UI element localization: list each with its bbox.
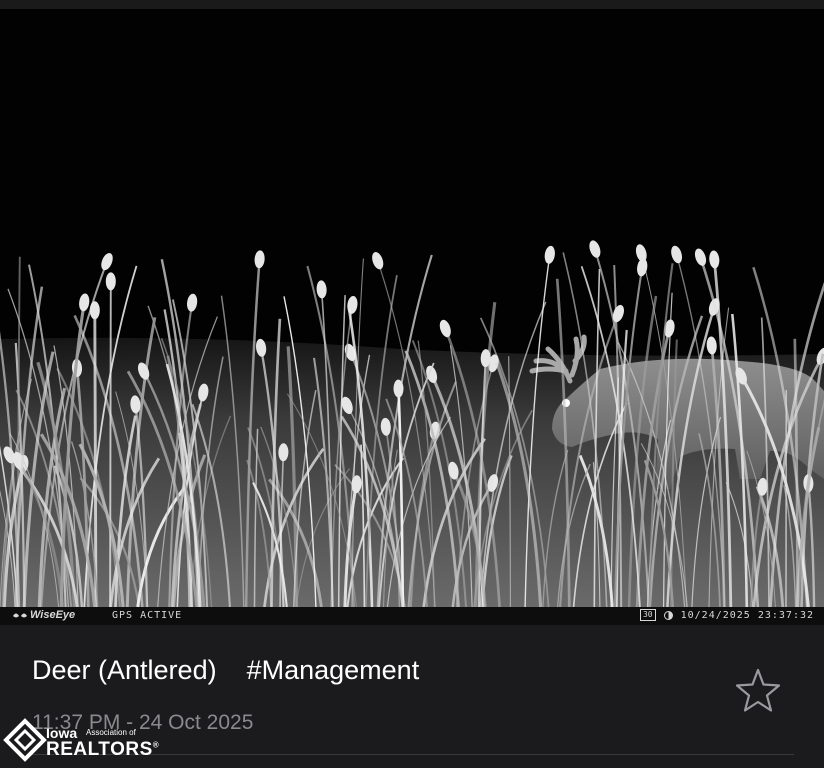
grass-blade (109, 281, 112, 607)
grass-seedhead (105, 272, 116, 291)
brand-eyes-icon (13, 613, 27, 617)
realtors-logo-icon (3, 718, 47, 762)
watermark-realtors: REALTORS® (46, 739, 160, 760)
camera-datetime: 10/24/2025 23:37:32 (680, 609, 814, 621)
trail-camera-photo[interactable] (0, 9, 824, 607)
camera-brand: WiseEye (12, 609, 75, 621)
temperature-badge: 30 (639, 609, 656, 621)
brand-name: WiseEye (30, 609, 76, 621)
camera-info-stamp: WiseEye GPS ACTIVE 30 10/24/2025 23:37:3… (0, 607, 824, 625)
moon-phase-icon (663, 610, 673, 620)
star-icon (735, 668, 781, 712)
watermark-association: Association of (86, 728, 136, 737)
photo-title: Deer (Antlered) #Management (32, 655, 420, 685)
favorite-button[interactable] (734, 667, 782, 713)
night-scene-image (0, 9, 824, 607)
realtors-watermark: Iowa Association of REALTORS® (0, 713, 160, 768)
top-bar (0, 0, 824, 9)
gps-status: GPS ACTIVE (112, 610, 183, 621)
